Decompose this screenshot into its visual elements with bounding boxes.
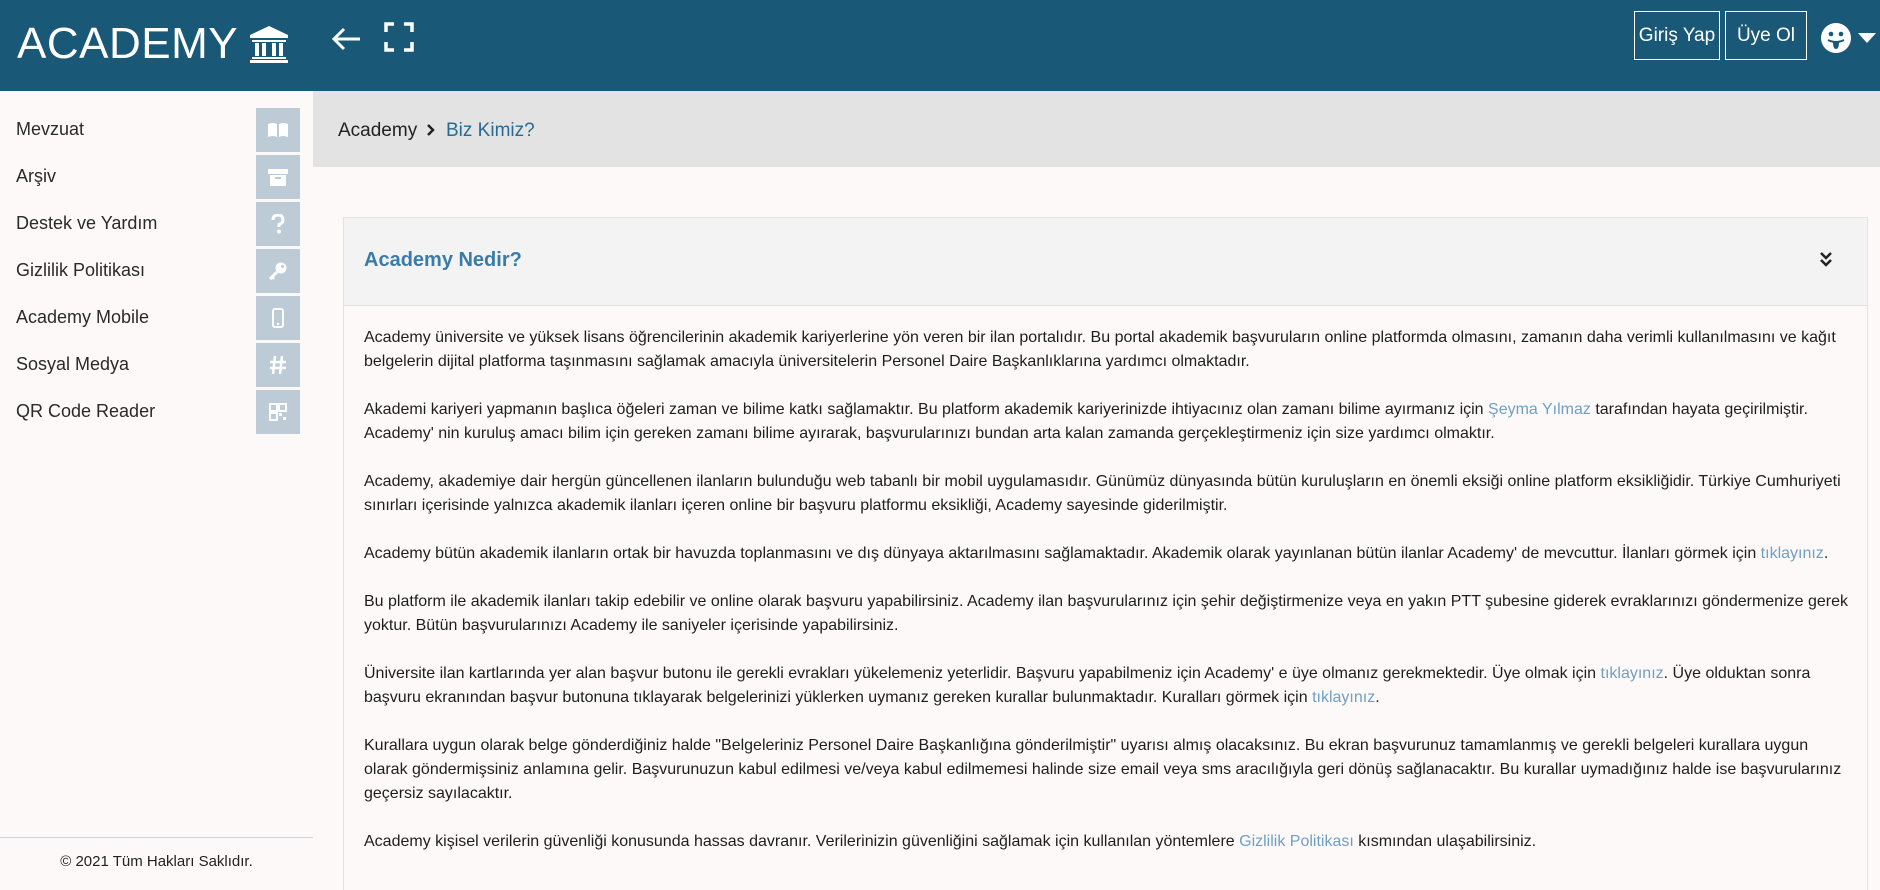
fullscreen-icon[interactable] [384,22,414,52]
privacy-policy-link[interactable]: Gizlilik Politikası [1239,833,1354,850]
double-chevron-down-icon[interactable] [1817,250,1835,270]
question-icon [256,202,300,246]
text-segment: Akademi kariyeri yapmanın başlıca öğeler… [364,401,1489,418]
rules-link[interactable]: tıklayınız [1312,689,1375,706]
logo[interactable]: ACADEMY [17,16,290,71]
signup-link[interactable]: tıklayınız [1601,665,1664,682]
sidebar-item-label: Academy Mobile [16,307,150,327]
paragraph: Bu platform ile akademik ilanları takip … [364,593,1848,634]
sidebar-item-label: Destek ve Yardım [16,213,158,233]
sidebar-item-label: Mevzuat [16,119,85,139]
text-segment: Academy kişisel verilerin güvenliği konu… [364,833,1240,850]
tongue-emoji-avatar-icon [1821,23,1851,53]
paragraph: Academy kişisel verilerin güvenliği konu… [364,830,1854,854]
text-segment: Academy bütün akademik ilanların ortak b… [364,545,1761,562]
listings-link[interactable]: tıklayınız [1761,545,1824,562]
sidebar-item-label: Gizlilik Politikası [16,260,146,280]
breadcrumb: Academy Biz Kimiz? [313,91,1880,167]
sidebar-item-label: QR Code Reader [16,401,156,421]
sidebar-item-gizlilik[interactable]: Gizlilik Politikası [0,249,300,293]
login-button[interactable]: Giriş Yap [1634,11,1720,60]
sidebar-item-mobile[interactable]: Academy Mobile [0,296,300,340]
text-segment: . [1823,545,1829,562]
paragraph: Üniversite ilan kartlarında yer alan baş… [364,662,1854,710]
top-navbar: ACADEMY Giriş Yap Üye Ol [0,0,1880,91]
sidebar-divider [0,837,313,838]
book-open-icon [256,108,300,152]
chevron-right-icon [427,124,435,136]
sidebar-item-mevzuat[interactable]: Mevzuat [0,108,300,152]
chevron-down-icon [1858,33,1876,43]
copyright: © 2021 Tüm Hakları Saklıdır. [60,853,253,870]
card-header[interactable]: Academy Nedir? [344,218,1867,306]
signup-button[interactable]: Üye Ol [1725,11,1807,60]
paragraph: Academy üniversite ve yüksek lisans öğre… [364,329,1836,370]
founder-link[interactable]: Şeyma Yılmaz [1488,401,1591,418]
hashtag-icon [256,343,300,387]
paragraph: Akademi kariyeri yapmanın başlıca öğeler… [364,398,1854,446]
card-body: Academy üniversite ve yüksek lisans öğre… [364,326,1854,878]
user-menu[interactable] [1820,18,1880,58]
paragraph: Academy bütün akademik ilanların ortak b… [364,542,1854,566]
breadcrumb-current: Biz Kimiz? [446,120,535,141]
text-segment: Üniversite ilan kartlarında yer alan baş… [364,665,1601,682]
breadcrumb-home-link[interactable]: Academy [338,120,417,142]
university-icon [250,25,289,63]
sidebar-item-sosyal[interactable]: Sosyal Medya [0,343,300,387]
sidebar-item-destek[interactable]: Destek ve Yardım [0,202,300,246]
about-card: Academy Nedir? Academy üniversite ve yük… [343,217,1868,890]
card-title: Academy Nedir? [364,249,522,271]
logo-text: ACADEMY [17,18,239,68]
paragraph: Academy, akademiye dair hergün güncellen… [364,473,1841,514]
sidebar-item-label: Sosyal Medya [16,354,130,374]
text-segment: . [1375,689,1380,706]
arrow-left-icon[interactable] [330,22,364,56]
qrcode-icon [256,390,300,434]
sidebar: Mevzuat Arşiv Destek ve Yardım Gizlilik … [0,91,313,890]
paragraph: Kurallara uygun olarak belge gönderdiğin… [364,737,1842,802]
text-segment: kısmından ulaşabilirsiniz. [1353,833,1537,850]
key-icon [256,249,300,293]
archive-icon [256,155,300,199]
sidebar-item-arsiv[interactable]: Arşiv [0,155,300,199]
mobile-icon [256,296,300,340]
sidebar-item-label: Arşiv [16,166,56,186]
sidebar-item-qr[interactable]: QR Code Reader [0,390,300,434]
